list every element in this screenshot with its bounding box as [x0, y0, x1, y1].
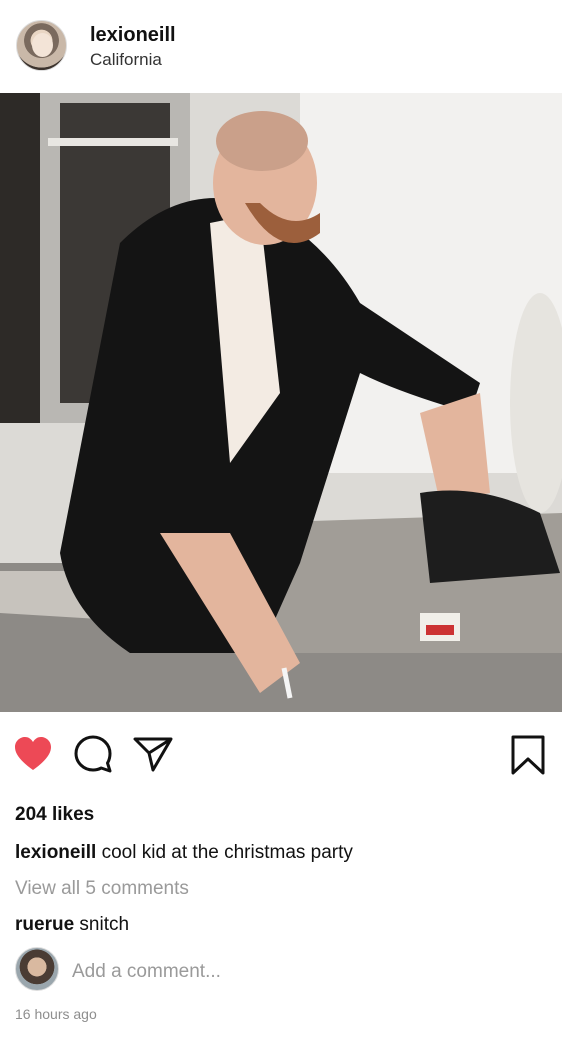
caption-text: cool kid at the christmas party	[101, 842, 353, 863]
likes-count[interactable]: 204 likes	[15, 804, 94, 826]
comment-icon[interactable]	[72, 734, 114, 774]
add-comment-input[interactable]	[72, 959, 532, 985]
comment-text: snitch	[79, 914, 130, 935]
heart-icon[interactable]	[14, 736, 52, 772]
post-timestamp: 16 hours ago	[15, 1006, 97, 1022]
post-actions	[0, 712, 562, 798]
comment-username[interactable]: ruerue	[15, 914, 74, 935]
post-photo[interactable]	[0, 93, 562, 712]
photo-illustration	[0, 93, 562, 712]
current-user-avatar	[15, 947, 59, 991]
view-all-comments-link[interactable]: View all 5 comments	[15, 878, 189, 900]
post-username[interactable]: lexioneill	[90, 24, 176, 47]
post-location[interactable]: California	[90, 50, 162, 70]
post-header: lexioneill California	[0, 0, 562, 93]
paper-plane-icon[interactable]	[132, 734, 174, 774]
user-avatar[interactable]	[16, 20, 67, 71]
caption-username[interactable]: lexioneill	[15, 842, 96, 863]
comment-item: ruerue snitch	[15, 914, 129, 936]
add-comment-row	[0, 944, 562, 996]
bookmark-icon[interactable]	[510, 734, 546, 776]
post-caption: lexioneill cool kid at the christmas par…	[15, 842, 555, 864]
